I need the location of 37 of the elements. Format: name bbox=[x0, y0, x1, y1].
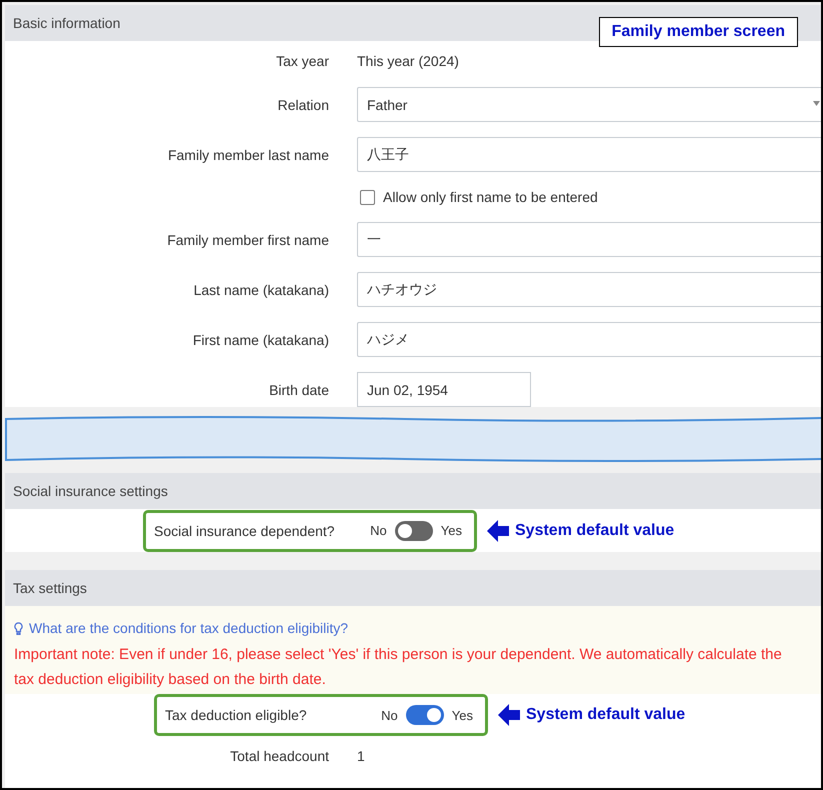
toggle-label: Tax deduction eligible? bbox=[164, 707, 307, 723]
field-label: Relation bbox=[276, 96, 330, 112]
lightbulb-icon bbox=[14, 622, 23, 634]
field-label: Last name (katakana) bbox=[192, 282, 330, 298]
checkbox-label: Allow only first name to be entered bbox=[383, 189, 598, 205]
field-label: Birth date bbox=[268, 382, 330, 398]
checkbox[interactable] bbox=[360, 190, 375, 204]
field-label: Family member first name bbox=[166, 232, 330, 248]
yes-label: Yes bbox=[440, 523, 462, 538]
input-field[interactable]: ハジメ bbox=[357, 322, 821, 357]
help-link[interactable]: What are the conditions for tax deduction eligibility? bbox=[14, 620, 821, 636]
arrow-icon bbox=[487, 518, 509, 542]
field-value: 1 bbox=[357, 748, 365, 764]
input-field[interactable]: ハチオウジ bbox=[357, 272, 821, 307]
field-label: Family member last name bbox=[166, 146, 330, 162]
section-header: Social insurance settings bbox=[5, 473, 821, 509]
field-label: Total headcount bbox=[229, 748, 330, 764]
date-field[interactable]: Jun 02, 1954 bbox=[357, 372, 531, 407]
caret-icon bbox=[813, 101, 820, 106]
no-label: No bbox=[381, 708, 398, 722]
screen-title-callout: Family member screen bbox=[598, 17, 798, 47]
annotation-text: System default value bbox=[515, 522, 674, 540]
yes-label: Yes bbox=[452, 708, 473, 722]
toggle-switch[interactable] bbox=[406, 705, 444, 725]
relation-select[interactable]: Father bbox=[357, 87, 821, 122]
annotation-text: System default value bbox=[526, 706, 686, 724]
no-label: No bbox=[370, 523, 387, 538]
field-label: Tax year bbox=[275, 53, 330, 69]
arrow-icon bbox=[498, 703, 520, 727]
important-note: Important note: Even if under 16, please select 'Yes' if this person is your dependent. We automatically calculate the tax deduction eligibility based on the birth date. bbox=[14, 645, 783, 690]
toggle-label: Social insurance dependent? bbox=[153, 522, 335, 538]
section-header: Tax settings bbox=[5, 570, 821, 606]
input-field[interactable]: 一 bbox=[357, 222, 821, 257]
field-value: This year (2024) bbox=[357, 53, 459, 69]
toggle-switch[interactable] bbox=[394, 520, 433, 540]
input-field[interactable]: 八王子 bbox=[357, 137, 821, 172]
field-label: First name (katakana) bbox=[192, 332, 330, 348]
